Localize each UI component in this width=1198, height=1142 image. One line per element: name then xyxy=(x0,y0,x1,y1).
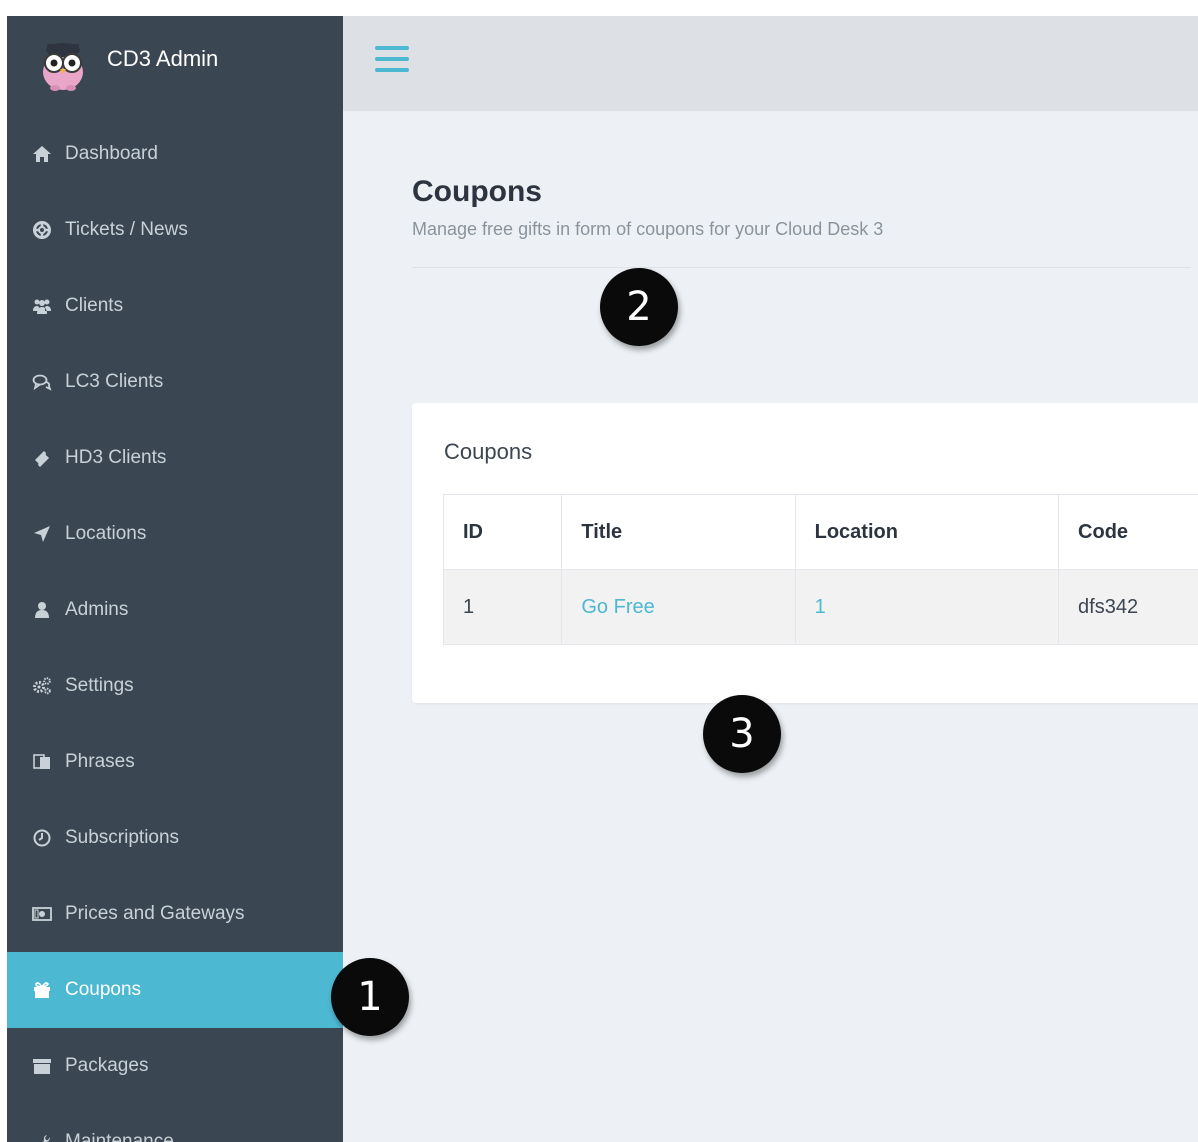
callout-badge-1: 1 xyxy=(331,958,409,1036)
ticket-icon xyxy=(29,447,55,469)
sidebar-item-clients[interactable]: Clients xyxy=(7,268,343,344)
sidebar-item-label: Dashboard xyxy=(65,143,158,164)
coupons-panel: Coupons ID Title Location Code 1 Go Free… xyxy=(412,403,1198,703)
lifebuoy-icon xyxy=(29,219,55,241)
clock-icon xyxy=(29,827,55,849)
sidebar-item-coupons[interactable]: Coupons xyxy=(7,952,343,1028)
column-header-title[interactable]: Title xyxy=(561,494,796,570)
sidebar-item-prices-gateways[interactable]: Prices and Gateways xyxy=(7,876,343,952)
sidebar-item-label: Phrases xyxy=(65,751,135,772)
page-subtitle: Manage free gifts in form of coupons for… xyxy=(412,219,884,239)
sidebar: CD3 Admin Dashboard Tickets / News Clien… xyxy=(7,16,343,1142)
topbar xyxy=(343,16,1198,111)
column-header-id[interactable]: ID xyxy=(442,494,563,570)
callout-badge-2: 2 xyxy=(600,268,678,346)
sidebar-item-subscriptions[interactable]: Subscriptions xyxy=(7,800,343,876)
sidebar-item-hd3-clients[interactable]: HD3 Clients xyxy=(7,420,343,496)
sidebar-item-label: Clients xyxy=(65,295,124,316)
table-row: 1 Go Free 1 dfs342 xyxy=(442,569,1198,645)
coupon-location-link[interactable]: 1 xyxy=(815,596,826,618)
sidebar-item-locations[interactable]: Locations xyxy=(7,496,343,572)
owl-logo-icon xyxy=(43,43,83,91)
user-icon xyxy=(29,599,55,621)
home-icon xyxy=(29,143,55,165)
cell-title: Go Free xyxy=(561,569,796,645)
chat-icon xyxy=(29,371,55,393)
sidebar-item-label: Admins xyxy=(65,599,129,620)
cogs-icon xyxy=(29,675,55,697)
sidebar-item-label: Subscriptions xyxy=(65,827,180,848)
money-icon xyxy=(29,903,55,925)
phrases-icon xyxy=(29,751,55,773)
page-title: Coupons xyxy=(412,175,542,208)
column-header-code[interactable]: Code xyxy=(1058,494,1198,570)
sidebar-item-maintenance[interactable]: Maintenance xyxy=(7,1104,343,1142)
sidebar-item-dashboard[interactable]: Dashboard xyxy=(7,116,343,192)
wrench-icon xyxy=(29,1131,55,1142)
brand-title: CD3 Admin xyxy=(107,46,219,71)
coupons-table: ID Title Location Code 1 Go Free 1 dfs34… xyxy=(442,494,1198,645)
brand[interactable]: CD3 Admin xyxy=(7,16,343,111)
column-header-location[interactable]: Location xyxy=(794,494,1060,570)
coupon-title-link[interactable]: Go Free xyxy=(581,596,654,618)
sidebar-item-packages[interactable]: Packages xyxy=(7,1028,343,1104)
location-arrow-icon xyxy=(29,523,55,545)
sidebar-item-label: Locations xyxy=(65,523,147,544)
sidebar-item-label: Settings xyxy=(65,675,134,696)
sidebar-item-admins[interactable]: Admins xyxy=(7,572,343,648)
sidebar-item-label: Maintenance xyxy=(65,1131,174,1142)
sidebar-item-tickets-news[interactable]: Tickets / News xyxy=(7,192,343,268)
archive-icon xyxy=(29,1055,55,1077)
gift-icon xyxy=(29,979,55,1001)
hamburger-icon[interactable] xyxy=(375,46,409,76)
table-header-row: ID Title Location Code xyxy=(442,494,1198,570)
sidebar-item-phrases[interactable]: Phrases xyxy=(7,724,343,800)
sidebar-item-label: Packages xyxy=(65,1055,149,1076)
cell-code: dfs342 xyxy=(1058,569,1198,645)
sidebar-item-label: Coupons xyxy=(65,979,142,1000)
users-icon xyxy=(29,295,55,317)
callout-badge-3: 3 xyxy=(703,695,781,773)
cell-id: 1 xyxy=(442,569,563,645)
sidebar-item-label: LC3 Clients xyxy=(65,371,164,392)
sidebar-item-label: HD3 Clients xyxy=(65,447,167,468)
panel-title: Coupons xyxy=(444,439,533,464)
cell-location: 1 xyxy=(794,569,1060,645)
sidebar-item-label: Tickets / News xyxy=(65,219,188,240)
sidebar-item-settings[interactable]: Settings xyxy=(7,648,343,724)
header-divider xyxy=(412,267,1191,268)
sidebar-item-lc3-clients[interactable]: LC3 Clients xyxy=(7,344,343,420)
sidebar-item-label: Prices and Gateways xyxy=(65,903,245,924)
